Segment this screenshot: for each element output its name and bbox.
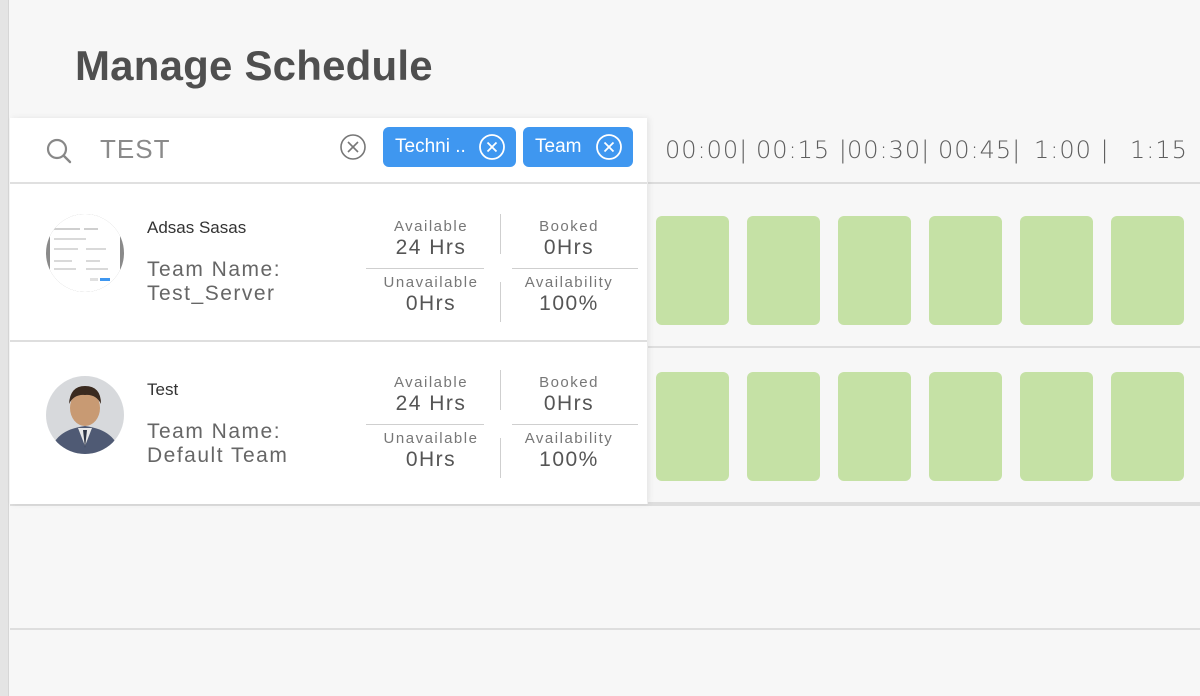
team-name-label: Team Name: <box>147 420 282 443</box>
member-name: Adsas Sasas <box>147 218 247 237</box>
clear-search-icon[interactable] <box>339 133 367 161</box>
stat-label: Booked <box>539 374 599 391</box>
team-name-value: Test_Server <box>147 282 276 305</box>
schedule-slot[interactable] <box>1020 216 1093 325</box>
team-name-label: Team Name: <box>147 258 282 281</box>
stat-label: Unavailable <box>383 430 479 447</box>
schedule-slot[interactable] <box>1111 372 1184 481</box>
row-divider <box>648 346 1200 348</box>
avatar <box>46 214 124 292</box>
stat-value: 0Hrs <box>543 392 595 415</box>
stat-divider <box>366 424 484 425</box>
timeline-tick: 00:45| <box>938 136 1022 164</box>
stat-unavailable: Unavailable 0Hrs <box>371 274 491 316</box>
avatar <box>46 376 124 454</box>
stat-available: Available 24 Hrs <box>371 374 491 416</box>
search-bar: Techni .. Team <box>10 118 647 184</box>
search-input[interactable] <box>100 132 320 166</box>
member-row[interactable]: Adsas Sasas Team Name: Test_Server Avail… <box>10 186 647 342</box>
stat-value: 100% <box>539 292 599 315</box>
schedule-slot[interactable] <box>1111 216 1184 325</box>
stat-divider <box>512 268 638 269</box>
stat-value: 0Hrs <box>543 236 595 259</box>
team-name-value: Default Team <box>147 444 289 467</box>
stat-divider <box>500 438 501 478</box>
stat-divider <box>366 268 484 269</box>
schedule-slot[interactable] <box>656 216 729 325</box>
member-row[interactable]: Test Team Name: Default Team Available 2… <box>10 348 647 504</box>
left-edge-rule <box>0 0 9 696</box>
timeline-tick: 1:15 | <box>1130 136 1200 164</box>
stat-label: Available <box>393 374 469 391</box>
stat-label: Unavailable <box>383 274 479 291</box>
schedule-slot[interactable] <box>656 372 729 481</box>
grid-line <box>10 628 1200 630</box>
remove-filter-icon[interactable] <box>595 133 623 161</box>
schedule-slot[interactable] <box>747 372 820 481</box>
stat-value: 24 Hrs <box>395 236 467 259</box>
stat-available: Available 24 Hrs <box>371 218 491 260</box>
schedule-slot[interactable] <box>929 372 1002 481</box>
stat-divider <box>500 214 501 254</box>
member-name: Test <box>147 380 179 399</box>
schedule-slot[interactable] <box>1020 372 1093 481</box>
stat-value: 0Hrs <box>405 448 457 471</box>
filter-chip-label: Team <box>535 136 582 157</box>
team-name: Team Name: Default Team <box>147 420 288 468</box>
stat-value: 100% <box>539 448 599 471</box>
stat-label: Booked <box>539 218 599 235</box>
stat-booked: Booked 0Hrs <box>509 374 629 416</box>
schedule-slot[interactable] <box>838 216 911 325</box>
stat-divider <box>500 282 501 322</box>
stat-label: Availability <box>524 430 614 447</box>
stat-unavailable: Unavailable 0Hrs <box>371 430 491 472</box>
timeline-tick: 00:00| <box>665 136 749 164</box>
stat-booked: Booked 0Hrs <box>509 218 629 260</box>
members-panel: Techni .. Team <box>10 118 647 504</box>
filter-chip-label: Techni .. <box>395 136 466 157</box>
stat-value: 0Hrs <box>405 292 457 315</box>
team-name: Team Name: Test_Server <box>147 258 281 306</box>
timeline-tick: 1:00 | <box>1034 136 1110 164</box>
page-title: Manage Schedule <box>75 42 433 89</box>
schedule-slot[interactable] <box>838 372 911 481</box>
schedule-slot[interactable] <box>747 216 820 325</box>
stat-label: Availability <box>524 274 614 291</box>
timeline-tick: 00:15 | <box>756 136 848 164</box>
stat-availability: Availability 100% <box>509 274 629 316</box>
timeline-header: 00:00| 00:15 | 00:30| 00:45| 1:00 | 1:15… <box>648 118 1200 184</box>
stat-divider <box>512 424 638 425</box>
timeline-tick: 00:30| <box>847 136 931 164</box>
remove-filter-icon[interactable] <box>478 133 506 161</box>
search-icon <box>46 138 72 164</box>
stat-divider <box>500 370 501 410</box>
schedule-slot[interactable] <box>929 216 1002 325</box>
stat-label: Available <box>393 218 469 235</box>
grid-line <box>10 504 1200 506</box>
stat-value: 24 Hrs <box>395 392 467 415</box>
stat-availability: Availability 100% <box>509 430 629 472</box>
filter-chip-technician[interactable]: Techni .. <box>383 127 516 167</box>
filter-chip-team[interactable]: Team <box>523 127 633 167</box>
